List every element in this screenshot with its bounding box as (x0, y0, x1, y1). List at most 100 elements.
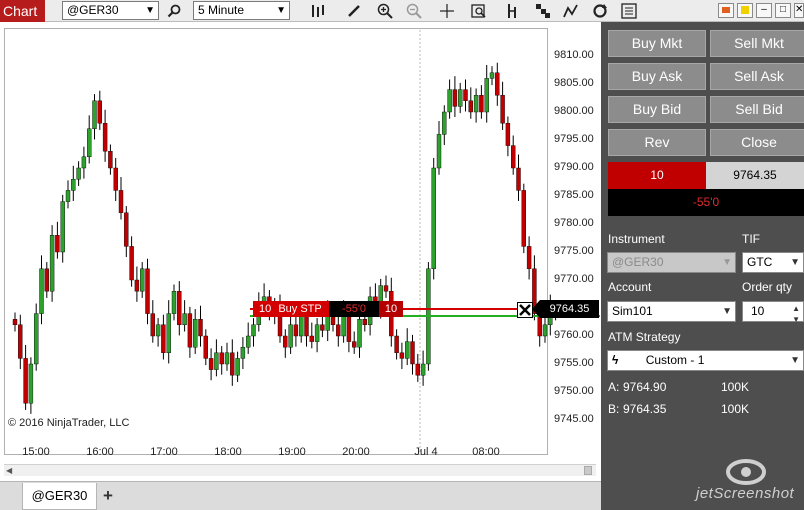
price-candle (489, 66, 495, 86)
price-candle (463, 79, 468, 112)
tab-instrument[interactable]: @GER30 (22, 483, 97, 510)
bid-label: B: (608, 402, 620, 416)
price-candle (108, 144, 113, 175)
chevron-down-icon: ▼ (790, 355, 800, 366)
current-price-marker: 9764.35 (532, 300, 599, 318)
price-candle (224, 342, 230, 371)
price-axis-tick: 9745.00 (554, 413, 594, 425)
add-tab-button[interactable]: + (97, 483, 119, 510)
price-candle (251, 318, 256, 347)
indicators-icon[interactable] (503, 1, 523, 21)
minimize-icon[interactable]: – (756, 3, 772, 18)
price-candle (219, 346, 224, 375)
drawing-tools-icon[interactable] (561, 1, 581, 21)
lightning-icon: ϟ (612, 353, 619, 367)
price-candle (18, 314, 23, 370)
buy-market-button[interactable]: Buy Mkt (608, 30, 706, 57)
price-axis-tick: 9805.00 (554, 77, 594, 89)
price-candle (76, 161, 81, 186)
price-candle (288, 314, 293, 354)
time-axis-tick: Jul 4 (414, 446, 438, 458)
maximize-icon[interactable]: □ (775, 3, 791, 18)
time-axis-tick: 16:00 (86, 446, 114, 458)
properties-icon[interactable] (619, 1, 639, 21)
bar-type-icon[interactable] (308, 1, 328, 21)
price-axis-tick: 9810.00 (554, 49, 594, 61)
buy-bid-button[interactable]: Buy Bid (608, 96, 706, 123)
chart-trader-panel: Buy Mkt Sell Mkt Buy Ask Sell Ask Buy Bi… (601, 22, 804, 510)
price-candle (60, 194, 65, 263)
pencil-icon[interactable] (344, 1, 364, 21)
price-candle (230, 339, 235, 386)
position-qty-label[interactable]: 10 (379, 301, 403, 317)
close-order-icon[interactable] (517, 302, 533, 318)
price-candle (431, 157, 436, 280)
order-qty-stepper[interactable]: 10 ▲ ▼ (742, 301, 804, 324)
chevron-down-icon: ▼ (722, 306, 732, 317)
price-candle (198, 305, 203, 347)
price-candle (420, 350, 426, 386)
price-candle (245, 322, 251, 354)
price-candle (410, 334, 415, 375)
price-candle (203, 329, 209, 366)
price-candle (65, 180, 71, 209)
sell-market-button[interactable]: Sell Mkt (710, 30, 804, 57)
price-candle (187, 306, 193, 358)
price-chart[interactable] (0, 22, 601, 481)
zoom-out-icon[interactable] (404, 1, 424, 21)
price-candle (161, 314, 166, 360)
order-qty-label: Order qty (742, 280, 793, 294)
price-candle (97, 90, 103, 130)
price-candle (102, 109, 108, 162)
buy-ask-button[interactable]: Buy Ask (608, 63, 706, 90)
color-icon[interactable] (737, 3, 753, 18)
price-candle (235, 351, 240, 382)
link-icon[interactable] (718, 3, 734, 18)
price-candle (34, 303, 39, 371)
scroll-thumb[interactable] (584, 466, 592, 475)
strategies-icon[interactable] (533, 1, 553, 21)
price-candle (214, 339, 219, 377)
search-icon[interactable] (164, 1, 184, 21)
scroll-left-icon[interactable]: ◀ (6, 466, 12, 475)
close-position-button[interactable]: Close (710, 129, 804, 156)
crosshair-icon[interactable] (437, 1, 457, 21)
reverse-button[interactable]: Rev (608, 129, 706, 156)
sell-bid-button[interactable]: Sell Bid (710, 96, 804, 123)
atm-strategy-value: Custom - 1 (645, 353, 705, 367)
price-axis-tick: 9775.00 (554, 245, 594, 257)
zoom-in-icon[interactable] (375, 1, 395, 21)
price-candle (240, 337, 246, 370)
interval-selector[interactable]: 5 Minute ▼ (193, 1, 290, 20)
ask-size: 100K (721, 380, 750, 394)
price-candle (505, 116, 511, 157)
chart-panel[interactable]: © 2016 NinjaTrader, LLC 9810.00 9805.00 98… (0, 22, 601, 481)
price-candle (458, 82, 463, 114)
stepper-down-icon[interactable]: ▼ (792, 310, 800, 329)
price-candle (49, 225, 55, 302)
stop-order-label[interactable]: 10 Buy STP (253, 301, 329, 317)
account-select[interactable]: Sim101 ▼ (607, 301, 736, 322)
reload-icon[interactable] (590, 1, 610, 21)
price-candle (39, 255, 44, 325)
watermark: jetScreenshot (696, 458, 801, 503)
tif-value: GTC (747, 255, 773, 269)
price-candle (542, 314, 548, 343)
price-axis-tick: 9750.00 (554, 385, 594, 397)
price-candle (521, 183, 526, 254)
atm-strategy-select[interactable]: ϟ Custom - 1 ▼ (607, 350, 804, 371)
horizontal-scrollbar[interactable]: ◀ (4, 464, 596, 476)
chevron-down-icon: ▼ (276, 5, 286, 16)
instrument-selector[interactable]: @GER30 ▼ (62, 1, 159, 20)
price-candle (23, 344, 28, 410)
close-icon[interactable]: ✕ (794, 3, 804, 18)
data-box-icon[interactable] (469, 1, 489, 21)
price-candle (452, 76, 458, 118)
watermark-text: jetScreenshot (696, 485, 795, 502)
bid-size: 100K (721, 402, 750, 416)
position-avg-price: 9764.35 (706, 162, 804, 189)
atm-strategy-label: ATM Strategy (608, 330, 681, 344)
tif-select[interactable]: GTC ▼ (742, 252, 804, 273)
price-candle (177, 281, 182, 336)
sell-ask-button[interactable]: Sell Ask (710, 63, 804, 90)
